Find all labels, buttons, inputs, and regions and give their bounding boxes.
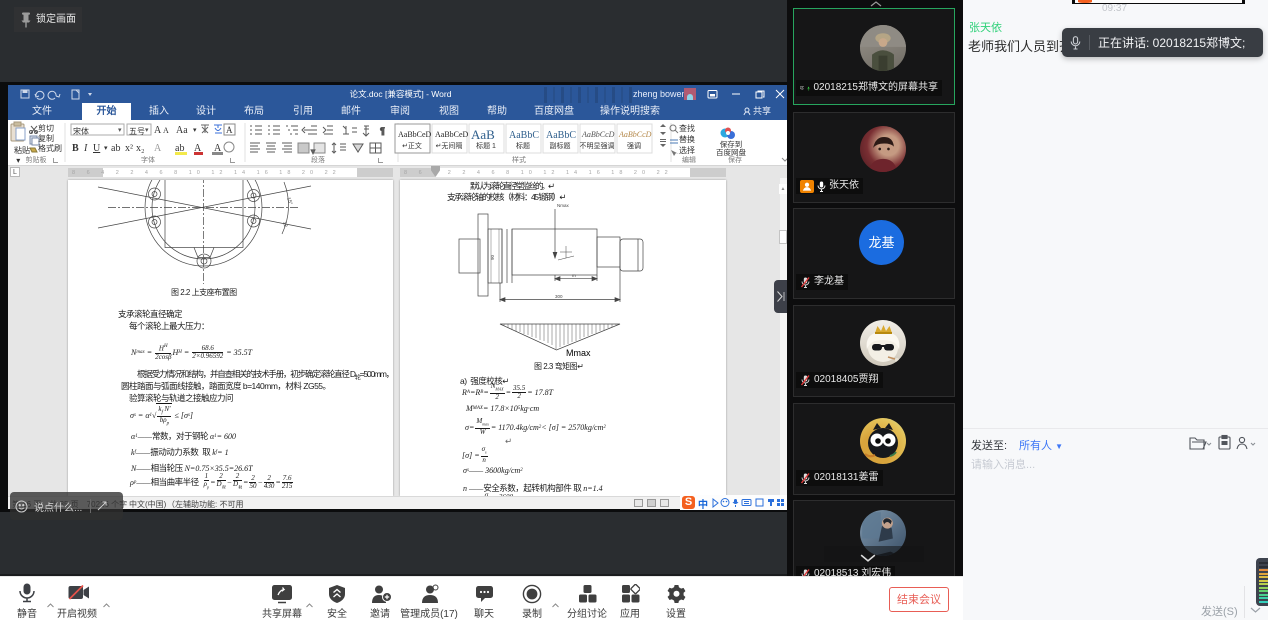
svg-text:▾: ▾ <box>193 126 197 134</box>
svg-text:AaBbC: AaBbC <box>509 130 539 141</box>
svg-text:↵正文: ↵正文 <box>402 141 422 150</box>
svg-text:U: U <box>93 143 101 154</box>
svg-text:B: B <box>72 143 79 154</box>
svg-text:AaB: AaB <box>471 127 495 142</box>
svg-text:▾: ▾ <box>104 144 108 152</box>
svg-text:300: 300 <box>555 294 563 299</box>
svg-text:AaBbC: AaBbC <box>546 130 576 141</box>
svg-text:副标题: 副标题 <box>550 141 571 150</box>
svg-text:A: A <box>154 125 162 136</box>
svg-text:90: 90 <box>490 254 495 260</box>
svg-text:m: m <box>572 273 576 278</box>
svg-text:标题 1: 标题 1 <box>476 141 496 150</box>
svg-text:¶: ¶ <box>380 126 385 136</box>
svg-text:Aa: Aa <box>176 125 188 136</box>
svg-text:标题: 标题 <box>516 141 530 150</box>
svg-text:15°: 15° <box>285 197 293 206</box>
svg-text:↵无间隔: ↵无间隔 <box>436 141 463 150</box>
svg-text:I: I <box>83 143 88 154</box>
svg-text:A: A <box>226 125 233 135</box>
svg-text:AaBbCcD: AaBbCcD <box>581 130 615 139</box>
svg-text:AaBbCeD: AaBbCeD <box>435 130 469 139</box>
svg-text:ab: ab <box>111 143 120 154</box>
svg-text:AaBbCeD: AaBbCeD <box>398 130 432 139</box>
svg-text:A: A <box>163 126 169 135</box>
svg-text:12: 12 <box>281 221 288 228</box>
svg-text:Nmax: Nmax <box>557 203 570 208</box>
svg-text:强调: 强调 <box>627 141 641 150</box>
svg-text:A: A <box>154 143 162 154</box>
svg-text:不明显强调: 不明显强调 <box>580 141 615 150</box>
svg-text:x²: x² <box>125 143 133 154</box>
svg-text:x₂: x₂ <box>136 143 145 154</box>
svg-text:AaBbCcD: AaBbCcD <box>618 130 652 139</box>
